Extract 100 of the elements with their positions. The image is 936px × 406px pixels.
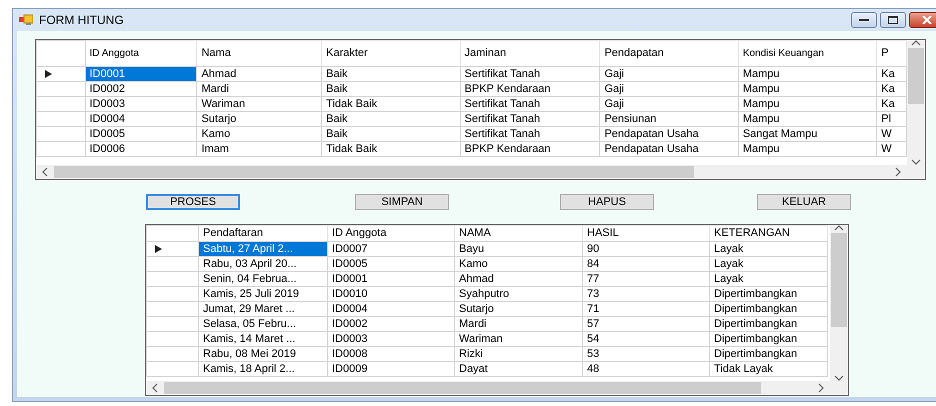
table-cell: 73 <box>582 286 710 302</box>
table-cell: Mampu <box>738 112 877 126</box>
table-cell: 90 <box>582 242 710 256</box>
table-cell: BPKP Kendaraan <box>460 82 600 96</box>
column-header[interactable]: ID Anggota <box>85 40 197 66</box>
scroll-down-icon[interactable] <box>834 375 844 381</box>
table-cell: Ahmad <box>196 66 322 82</box>
table-cell: Syahputro <box>454 286 582 302</box>
column-header[interactable]: NAMA <box>454 226 582 242</box>
column-header[interactable]: Kondisi Keuangan <box>738 40 877 66</box>
table-cell: Dipertimbangkan <box>710 302 828 316</box>
table-cell: Sutarjo <box>454 302 582 316</box>
table-cell: Jumat, 29 Maret ... <box>198 302 328 316</box>
column-header[interactable]: Jaminan <box>460 40 600 66</box>
window-title: FORM HITUNG <box>39 12 124 29</box>
table-cell: Sutarjo <box>196 112 322 126</box>
table-cell: Gaji <box>600 96 738 112</box>
table-cell: 53 <box>582 346 710 362</box>
table-cell: Tidak Layak <box>710 362 828 376</box>
table-cell: Bayu <box>454 242 582 256</box>
table-cell: Pendapatan Usaha <box>600 126 738 142</box>
scroll-down-icon[interactable] <box>911 159 921 165</box>
table-cell: Baik <box>322 112 460 126</box>
column-header[interactable]: Pendaftaran <box>198 226 328 242</box>
maximize-button[interactable] <box>880 12 906 28</box>
table-cell: ID0003 <box>328 332 454 346</box>
table-cell: Layak <box>710 242 828 256</box>
form-button[interactable]: SIMPAN <box>355 194 449 210</box>
current-row-icon <box>45 70 52 78</box>
table-cell: Sertifikat Tanah <box>460 96 600 112</box>
table-cell: Ahmad <box>454 272 582 286</box>
close-icon <box>922 16 932 24</box>
horizontal-scrollbar[interactable] <box>146 381 848 395</box>
table-cell: Mampu <box>738 96 877 112</box>
column-header[interactable]: KETERANGAN <box>710 226 828 242</box>
table-cell: 48 <box>582 362 710 376</box>
table-cell: 77 <box>582 272 710 286</box>
table-cell: ID0005 <box>85 126 197 142</box>
table-cell: Baik <box>322 66 460 82</box>
scroll-up-icon[interactable] <box>911 40 921 46</box>
scroll-right-icon[interactable] <box>818 383 824 393</box>
table-cell: Dayat <box>454 362 582 376</box>
table-cell: Mampu <box>738 142 877 156</box>
table-cell: Dipertimbangkan <box>710 316 828 332</box>
table-cell: Mardi <box>196 82 322 96</box>
horizontal-scrollbar[interactable] <box>36 165 925 179</box>
table-cell: Baik <box>322 126 460 142</box>
form-button[interactable]: KELUAR <box>757 194 851 210</box>
current-row-icon <box>155 245 162 253</box>
table-cell: ID0004 <box>328 302 454 316</box>
form-button[interactable]: HAPUS <box>560 194 654 210</box>
minimize-button[interactable] <box>851 12 877 28</box>
table-cell: Baik <box>322 82 460 96</box>
table-cell: Rabu, 08 Mei 2019 <box>198 346 328 362</box>
row-header[interactable] <box>36 66 85 82</box>
table-cell: ID0002 <box>85 82 197 96</box>
table-cell: ID0005 <box>328 256 454 272</box>
table-cell: Tidak Baik <box>322 142 460 156</box>
app-icon <box>19 14 33 26</box>
form-button[interactable]: PROSES <box>146 194 240 210</box>
table-cell: ID0007 <box>328 242 454 256</box>
table-cell: Mardi <box>454 316 582 332</box>
table-cell: ID0001 <box>328 272 454 286</box>
table-cell: ID0006 <box>85 142 197 156</box>
column-header[interactable]: HASIL <box>582 226 710 242</box>
column-header[interactable]: Pendapatan <box>600 40 738 66</box>
table-cell: Gaji <box>600 66 738 82</box>
table-cell: 71 <box>582 302 710 316</box>
table-cell: Sertifikat Tanah <box>460 126 600 142</box>
table-cell: ID0004 <box>85 112 197 126</box>
table-cell: Selasa, 05 Febru... <box>198 316 328 332</box>
column-header[interactable]: ID Anggota <box>328 226 454 242</box>
table-cell: Sangat Mampu <box>738 126 877 142</box>
column-header[interactable]: Nama <box>196 40 322 66</box>
table-cell: Mampu <box>738 82 877 96</box>
table-cell: BPKP Kendaraan <box>460 142 600 156</box>
vertical-scrollbar[interactable] <box>907 40 925 165</box>
table-cell: ID0009 <box>328 362 454 376</box>
table-cell: Rizki <box>454 346 582 362</box>
column-header[interactable]: Karakter <box>322 40 460 66</box>
vertical-scrollbar[interactable] <box>830 225 848 381</box>
table-cell: 84 <box>582 256 710 272</box>
table-cell: ID0002 <box>328 316 454 332</box>
scroll-right-icon[interactable] <box>895 167 901 177</box>
table-cell: Wariman <box>196 96 322 112</box>
table-cell: Layak <box>710 272 828 286</box>
scroll-left-icon[interactable] <box>152 383 158 393</box>
table-cell: Kamis, 14 Maret ... <box>198 332 328 346</box>
scroll-left-icon[interactable] <box>42 167 48 177</box>
table-cell: Gaji <box>600 82 738 96</box>
table-cell: Tidak Baik <box>322 96 460 112</box>
table-cell: ID0001 <box>85 66 197 82</box>
table-cell: Layak <box>710 256 828 272</box>
scroll-up-icon[interactable] <box>834 225 844 231</box>
table-cell: Dipertimbangkan <box>710 346 828 362</box>
table-cell: Dipertimbangkan <box>710 286 828 302</box>
close-button[interactable] <box>909 12 936 28</box>
table-cell: Wariman <box>454 332 582 346</box>
row-header[interactable] <box>146 242 198 256</box>
table-cell: Imam <box>196 142 322 156</box>
